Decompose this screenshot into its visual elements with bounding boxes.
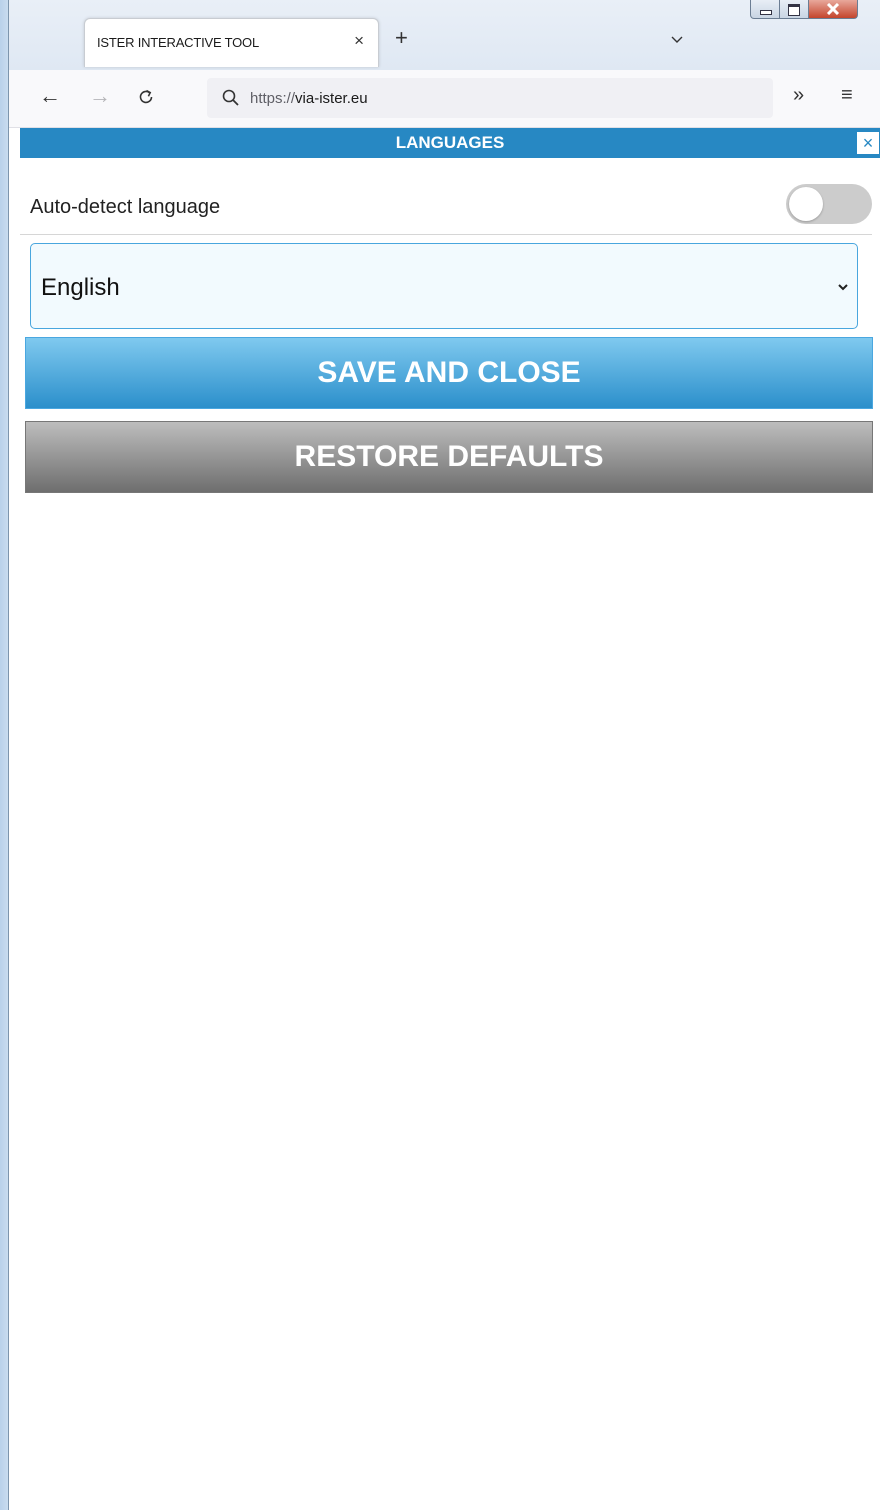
- save-and-close-button[interactable]: SAVE AND CLOSE: [25, 337, 873, 409]
- url-protocol: https://: [250, 90, 296, 107]
- toggle-knob: [789, 187, 823, 221]
- languages-header: LANGUAGES ×: [20, 128, 880, 158]
- url-domain: via-ister.eu: [295, 90, 368, 107]
- address-bar[interactable]: https://via-ister.eu: [207, 78, 773, 118]
- back-icon[interactable]: ←: [39, 84, 61, 108]
- forward-icon[interactable]: →: [89, 84, 111, 108]
- restore-defaults-button[interactable]: RESTORE DEFAULTS: [25, 421, 873, 493]
- overflow-icon[interactable]: »: [793, 84, 804, 107]
- auto-detect-label: Auto-detect language: [30, 196, 221, 218]
- auto-detect-row: Auto-detect language: [20, 178, 872, 235]
- tab-title: ISTER INTERACTIVE TOOL: [97, 35, 259, 50]
- minimize-button[interactable]: [750, 0, 780, 19]
- menu-icon[interactable]: ≡: [841, 84, 853, 107]
- tab-list-icon[interactable]: [671, 34, 683, 46]
- auto-detect-toggle[interactable]: [786, 184, 872, 224]
- page-title: LANGUAGES: [395, 133, 505, 152]
- tab-close-icon[interactable]: ×: [354, 31, 364, 51]
- url-text: https://via-ister.eu: [250, 90, 368, 107]
- reload-icon[interactable]: [137, 88, 155, 106]
- maximize-button[interactable]: [779, 0, 809, 19]
- close-icon[interactable]: ×: [856, 131, 880, 155]
- chevron-down-icon: [838, 284, 848, 291]
- language-select[interactable]: English: [30, 243, 858, 329]
- window-frame: [0, 0, 9, 1510]
- browser-toolbar: ← → https://via-ister.eu » ≡: [9, 70, 880, 128]
- new-tab-button[interactable]: +: [395, 26, 408, 50]
- window-close-button[interactable]: [808, 0, 858, 19]
- search-icon: [222, 89, 239, 106]
- browser-tab[interactable]: ISTER INTERACTIVE TOOL ×: [84, 18, 379, 67]
- language-select-value: English: [41, 274, 120, 301]
